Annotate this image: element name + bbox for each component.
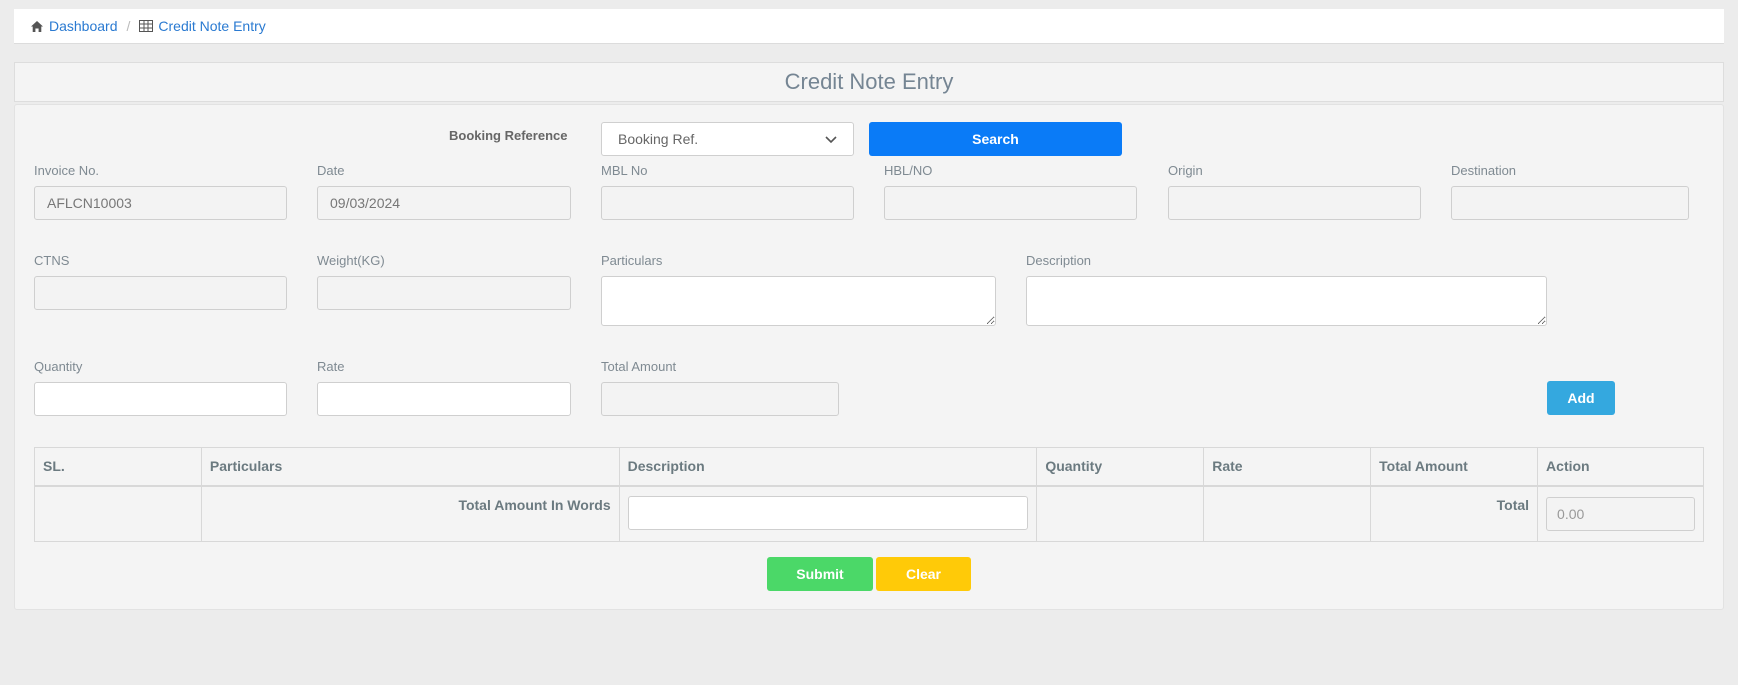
column-header-description: Description <box>618 447 1038 487</box>
breadcrumb-dashboard[interactable]: Dashboard <box>30 18 118 34</box>
breadcrumb-current[interactable]: Credit Note Entry <box>139 18 266 34</box>
footer-empty-cell <box>1036 485 1205 542</box>
column-header-total-amount: Total Amount <box>1370 447 1539 487</box>
total-amount-label: Total Amount <box>601 359 677 374</box>
total-input[interactable] <box>1546 496 1695 531</box>
particulars-label: Particulars <box>601 253 663 268</box>
table-icon <box>139 20 154 32</box>
booking-reference-value: Booking Ref. <box>618 131 699 147</box>
credit-note-entry-link[interactable]: Credit Note Entry <box>158 18 265 34</box>
dashboard-link[interactable]: Dashboard <box>49 18 118 34</box>
invoice-no-input[interactable] <box>34 186 287 220</box>
total-cell <box>1537 485 1704 542</box>
description-textarea[interactable] <box>1026 276 1547 326</box>
search-button[interactable]: Search <box>869 122 1122 156</box>
add-button[interactable]: Add <box>1547 381 1615 415</box>
origin-label: Origin <box>1168 163 1203 178</box>
clear-button[interactable]: Clear <box>876 557 971 591</box>
mbl-no-input[interactable] <box>601 186 854 220</box>
breadcrumb: Dashboard / Credit Note Entry <box>14 9 1724 44</box>
total-label: Total <box>1370 485 1539 542</box>
weight-label: Weight(KG) <box>317 253 385 268</box>
total-amount-input[interactable] <box>601 382 839 416</box>
column-header-quantity: Quantity <box>1036 447 1205 487</box>
total-in-words-cell <box>618 485 1038 542</box>
column-header-rate: Rate <box>1203 447 1372 487</box>
hbl-no-label: HBL/NO <box>884 163 933 178</box>
table-header-row: SL. Particulars Description Quantity Rat… <box>34 447 1704 487</box>
description-label: Description <box>1026 253 1092 268</box>
booking-reference-select[interactable]: Booking Ref. <box>601 122 854 156</box>
rate-label: Rate <box>317 359 345 374</box>
ctns-label: CTNS <box>34 253 70 268</box>
home-icon <box>30 20 44 33</box>
quantity-label: Quantity <box>34 359 83 374</box>
page-title: Credit Note Entry <box>14 62 1724 102</box>
ctns-input[interactable] <box>34 276 287 310</box>
table-footer-row: Total Amount In Words Total <box>34 485 1704 542</box>
invoice-no-label: Invoice No. <box>34 163 100 178</box>
column-header-particulars: Particulars <box>200 447 620 487</box>
chevron-down-icon <box>825 131 837 147</box>
rate-input[interactable] <box>317 382 571 416</box>
date-input[interactable] <box>317 186 571 220</box>
quantity-input[interactable] <box>34 382 287 416</box>
particulars-textarea[interactable] <box>601 276 996 326</box>
credit-note-items-table: SL. Particulars Description Quantity Rat… <box>34 447 1704 542</box>
date-label: Date <box>317 163 345 178</box>
total-in-words-label: Total Amount In Words <box>200 485 620 542</box>
booking-reference-label: Booking Reference <box>449 128 568 143</box>
submit-button[interactable]: Submit <box>767 557 873 591</box>
footer-empty-cell <box>34 485 202 542</box>
hbl-no-input[interactable] <box>884 186 1137 220</box>
column-header-sl: SL. <box>34 447 202 487</box>
mbl-no-label: MBL No <box>601 163 648 178</box>
footer-empty-cell <box>1203 485 1372 542</box>
breadcrumb-separator: / <box>126 18 131 34</box>
total-in-words-input[interactable] <box>627 495 1029 530</box>
weight-input[interactable] <box>317 276 571 310</box>
destination-input[interactable] <box>1451 186 1689 220</box>
column-header-action: Action <box>1537 447 1704 487</box>
destination-label: Destination <box>1451 163 1517 178</box>
origin-input[interactable] <box>1168 186 1421 220</box>
